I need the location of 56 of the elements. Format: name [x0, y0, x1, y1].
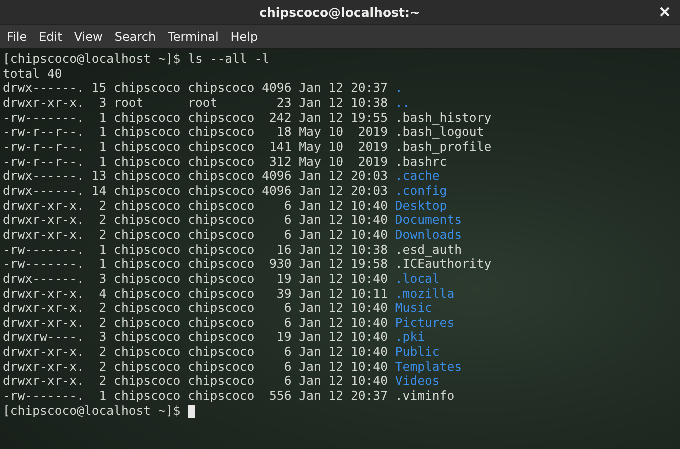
file-info: -rw-r--r--. 1 chipscoco chipscoco 141 May 10 2019 [3, 140, 389, 155]
file-name: .bash_profile [395, 140, 492, 155]
directory-name: Downloads [395, 228, 462, 243]
directory-name: Templates [395, 360, 462, 374]
file-name: .ICEauthority [395, 257, 492, 272]
directory-name: Videos [395, 374, 440, 390]
directory-name: Desktop [395, 198, 448, 214]
file-info: -rw-------. 1 chipscoco chipscoco 16 Jan 12 10:38 [3, 242, 389, 258]
file-name: .bashrc [395, 154, 448, 170]
file-info: -rw-r--r--. 1 chipscoco chipscoco 312 May 10 2019 [3, 154, 389, 170]
file-name: .viminfo [395, 389, 455, 404]
menu-item[interactable]: File [1, 30, 34, 44]
file-info: drwx------. 13 chipscoco chipscoco 4096 Jan 12 20:03 [3, 169, 389, 184]
directory-name: .config [395, 184, 448, 199]
file-info: -rw-------. 1 chipscoco chipscoco 930 Jan 12 19:58 [3, 257, 389, 272]
file-info: drwxr-xr-x. 2 chipscoco chipscoco 6 Jan 12 10:40 [3, 360, 389, 374]
menu-item[interactable]: Edit [33, 30, 68, 44]
directory-name: .mozilla [395, 286, 455, 302]
file-info: drwxr-xr-x. 3 root root 23 Jan 12 10:38 [3, 96, 389, 111]
file-name: .esd_auth [395, 242, 462, 258]
file-info: -rw-------. 1 chipscoco chipscoco 556 Jan 12 20:37 [3, 389, 389, 404]
output-text: total 40 [3, 66, 62, 82]
file-info: drwxrw----. 3 chipscoco chipscoco 19 Jan 12 10:40 [3, 330, 389, 346]
directory-name: Public [395, 345, 440, 360]
file-info: -rw-------. 1 chipscoco chipscoco 242 Jan 12 19:55 [3, 110, 389, 126]
directory-name: . [395, 81, 403, 96]
file-info: drwxr-xr-x. 2 chipscoco chipscoco 6 Jan 12 10:40 [3, 213, 389, 228]
text-cursor [188, 404, 195, 418]
directory-name: Documents [395, 213, 462, 228]
directory-name: .cache [395, 169, 440, 184]
directory-name: .. [395, 96, 410, 111]
file-info: drwxr-xr-x. 2 chipscoco chipscoco 6 Jan 12 10:40 [3, 345, 389, 360]
file-info: drwxr-xr-x. 2 chipscoco chipscoco 6 Jan 12 10:40 [3, 228, 389, 243]
window-title: chipscoco@localhost:~ [260, 4, 420, 20]
file-info: -rw-r--r--. 1 chipscoco chipscoco 18 May 10 2019 [3, 125, 389, 140]
directory-name: Pictures [395, 316, 455, 330]
close-icon[interactable] [660, 7, 670, 17]
file-info: drwxr-xr-x. 2 chipscoco chipscoco 6 Jan 12 10:40 [3, 374, 389, 390]
file-info: drwxr-xr-x. 2 chipscoco chipscoco 6 Jan 12 10:40 [3, 316, 389, 330]
file-info: drwx------. 14 chipscoco chipscoco 4096 Jan 12 20:03 [3, 184, 389, 199]
menu-item[interactable]: Search [108, 30, 162, 44]
menu-item[interactable]: Terminal [162, 30, 225, 44]
file-info: drwxr-xr-x. 4 chipscoco chipscoco 39 Jan 12 10:11 [3, 286, 389, 302]
menu-item[interactable]: Help [224, 30, 264, 44]
file-name: .bash_history [395, 110, 492, 126]
command-line: [chipscoco@localhost ~]$ ls --all -l [3, 52, 270, 67]
menu-item[interactable]: View [68, 30, 109, 44]
prompt: [chipscoco@localhost ~]$ [3, 404, 181, 418]
file-name: .bash_logout [395, 125, 484, 140]
file-info: drwx------. 15 chipscoco chipscoco 4096 Jan 12 20:37 [3, 81, 389, 96]
directory-name: .local [395, 272, 440, 286]
file-info: drwx------. 3 chipscoco chipscoco 19 Jan 12 10:40 [3, 272, 389, 286]
directory-name: .pki [395, 330, 426, 346]
directory-name: Music [395, 301, 432, 316]
file-info: drwxr-xr-x. 2 chipscoco chipscoco 6 Jan 12 10:40 [3, 198, 389, 214]
file-info: drwxr-xr-x. 2 chipscoco chipscoco 6 Jan 12 10:40 [3, 301, 389, 316]
